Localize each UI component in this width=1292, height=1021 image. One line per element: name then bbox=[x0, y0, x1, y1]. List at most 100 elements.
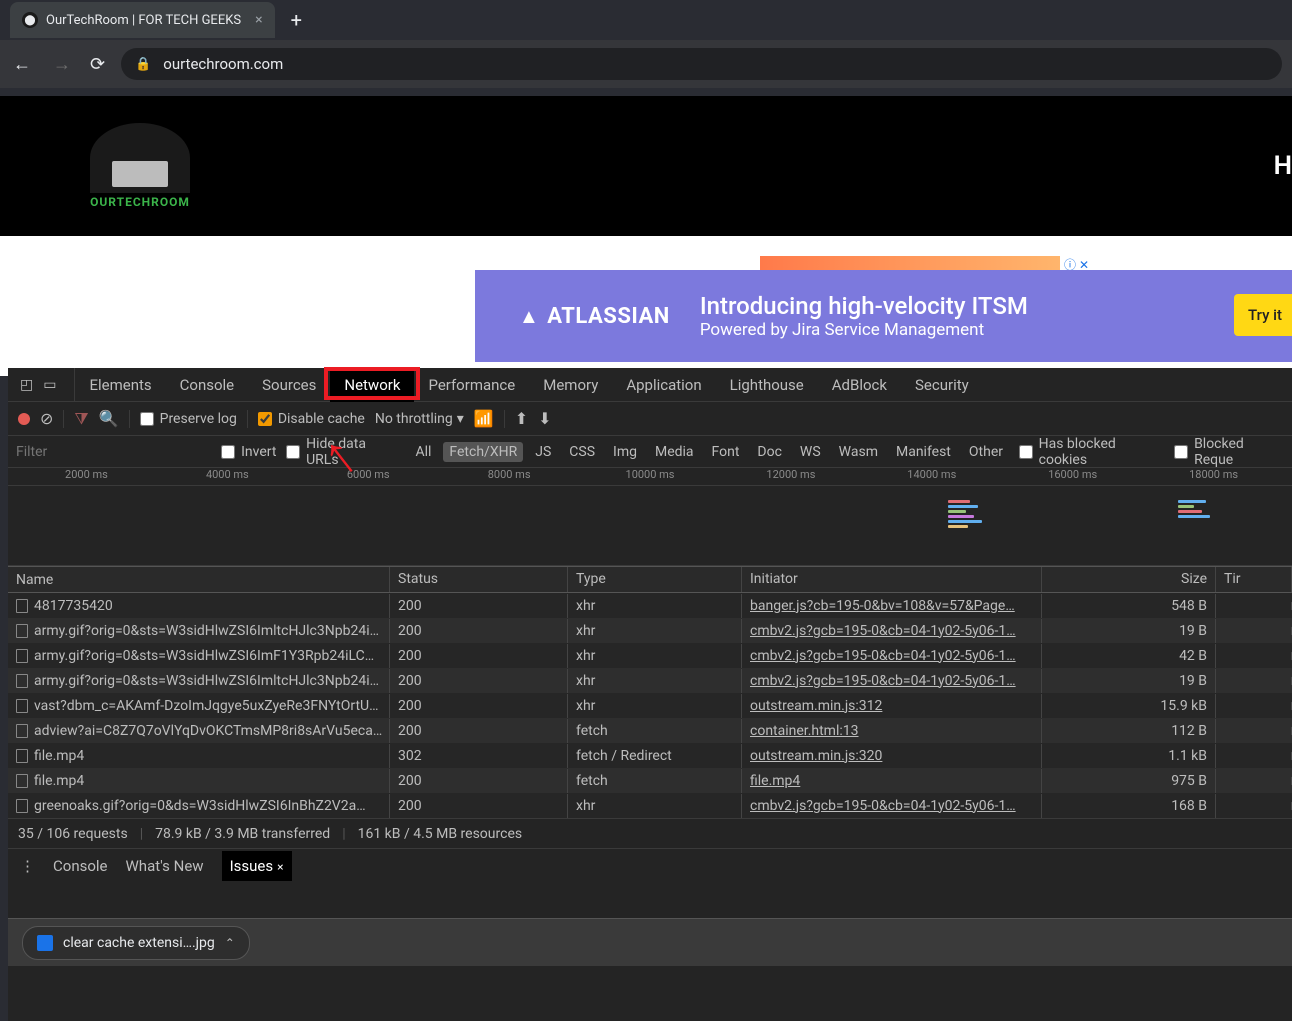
lock-icon: 🔒 bbox=[135, 57, 151, 72]
tab-strip: ⬤ OurTechRoom | FOR TECH GEEKS × + bbox=[0, 0, 1292, 40]
overview-burst bbox=[1178, 498, 1218, 554]
atlassian-icon: ▲ bbox=[519, 304, 539, 329]
address-bar[interactable]: 🔒 ourtechroom.com bbox=[121, 48, 1282, 80]
filter-type-fetchxhr[interactable]: Fetch/XHR bbox=[443, 442, 523, 462]
search-icon[interactable]: 🔍 bbox=[99, 409, 119, 428]
filter-type-media[interactable]: Media bbox=[649, 442, 700, 462]
document-icon bbox=[16, 799, 28, 813]
wifi-icon[interactable]: 📶 bbox=[474, 409, 494, 428]
table-row[interactable]: file.mp4302fetch / Redirectoutstream.min… bbox=[8, 743, 1292, 768]
favicon-icon: ⬤ bbox=[22, 12, 38, 28]
download-filename: clear cache extensi….jpg bbox=[63, 935, 215, 951]
page-viewport: OURTECHROOM H ⓘ ✕ ▲ATLASSIAN Introducing… bbox=[0, 96, 1292, 376]
devtools-tab-memory[interactable]: Memory bbox=[529, 368, 612, 402]
disable-cache-checkbox[interactable]: Disable cache bbox=[258, 411, 365, 427]
download-har-icon[interactable]: ⬇ bbox=[538, 409, 551, 428]
devtools-tab-application[interactable]: Application bbox=[612, 368, 715, 402]
back-button[interactable]: ← bbox=[10, 54, 34, 75]
table-row[interactable]: army.gif?orig=0&sts=W3sidHlwZSI6ImF1Y3Rp… bbox=[8, 643, 1292, 668]
document-icon bbox=[16, 649, 28, 663]
filter-type-ws[interactable]: WS bbox=[794, 442, 827, 462]
ad-banner[interactable]: ▲ATLASSIAN Introducing high-velocity ITS… bbox=[475, 270, 1292, 362]
network-overview[interactable] bbox=[8, 486, 1292, 566]
blocked-cookies-checkbox[interactable]: Has blocked cookies bbox=[1019, 436, 1164, 468]
network-filter-bar: Invert Hide data URLs All Fetch/XHR JS CSS I… bbox=[8, 436, 1292, 468]
col-type[interactable]: Type bbox=[568, 567, 742, 592]
site-header: OURTECHROOM H bbox=[0, 96, 1292, 236]
download-chip[interactable]: clear cache extensi….jpg ⌃ bbox=[22, 926, 250, 960]
ad-headline: Introducing high-velocity ITSM bbox=[700, 292, 1028, 320]
filter-input[interactable] bbox=[16, 444, 211, 460]
document-icon bbox=[16, 699, 28, 713]
preserve-log-checkbox[interactable]: Preserve log bbox=[140, 411, 237, 427]
upload-har-icon[interactable]: ⬆ bbox=[515, 409, 528, 428]
filter-type-manifest[interactable]: Manifest bbox=[890, 442, 957, 462]
devtools-tab-sources[interactable]: Sources bbox=[248, 368, 330, 402]
device-toggle-icon[interactable]: ▭ bbox=[43, 377, 56, 393]
col-size[interactable]: Size bbox=[1042, 567, 1216, 592]
filter-type-css[interactable]: CSS bbox=[563, 442, 601, 462]
col-time[interactable]: Tir bbox=[1216, 567, 1292, 592]
browser-tab[interactable]: ⬤ OurTechRoom | FOR TECH GEEKS × bbox=[10, 2, 275, 38]
drawer-more-icon[interactable]: ⋮ bbox=[20, 857, 35, 875]
ad-thumbnail bbox=[760, 256, 1060, 270]
overview-burst bbox=[948, 498, 988, 554]
logo-emblem-icon bbox=[90, 123, 190, 193]
table-row[interactable]: army.gif?orig=0&sts=W3sidHlwZSI6ImltcHJl… bbox=[8, 668, 1292, 693]
filter-type-doc[interactable]: Doc bbox=[751, 442, 788, 462]
chevron-down-icon: ▾ bbox=[457, 411, 464, 427]
table-row[interactable]: adview?ai=C8Z7Q7oVlYqDvOKCTmsMP8ri8sArVu… bbox=[8, 718, 1292, 743]
col-name[interactable]: Name bbox=[8, 567, 390, 592]
table-row[interactable]: army.gif?orig=0&sts=W3sidHlwZSI6ImltcHJl… bbox=[8, 618, 1292, 643]
devtools-tab-adblock[interactable]: AdBlock bbox=[818, 368, 901, 402]
col-status[interactable]: Status bbox=[390, 567, 568, 592]
filter-type-font[interactable]: Font bbox=[706, 442, 746, 462]
col-initiator[interactable]: Initiator bbox=[742, 567, 1042, 592]
drawer-tab-console[interactable]: Console bbox=[53, 857, 108, 875]
table-row[interactable]: 4817735420200xhrbanger.js?cb=195-0&bv=10… bbox=[8, 593, 1292, 618]
table-row[interactable]: vast?dbm_c=AKAmf-DzoImJqgye5uxZyeRe3FNYt… bbox=[8, 693, 1292, 718]
devtools-tab-elements[interactable]: Elements bbox=[74, 368, 165, 402]
devtools-tab-security[interactable]: Security bbox=[901, 368, 983, 402]
transferred-size: 78.9 kB / 3.9 MB transferred bbox=[155, 826, 330, 842]
devtools-tab-performance[interactable]: Performance bbox=[414, 368, 529, 402]
table-header: Name Status Type Initiator Size Tir bbox=[8, 567, 1292, 593]
invert-checkbox[interactable]: Invert bbox=[221, 444, 276, 460]
hide-data-urls-checkbox[interactable]: Hide data URLs bbox=[286, 436, 399, 468]
drawer-tab-issues[interactable]: Issues× bbox=[222, 851, 292, 881]
ad-copy: Introducing high-velocity ITSM Powered b… bbox=[700, 292, 1028, 340]
devtools-tab-console[interactable]: Console bbox=[166, 368, 249, 402]
ad-cta-button[interactable]: Try it bbox=[1234, 294, 1292, 336]
clear-button[interactable]: ⊘ bbox=[40, 409, 53, 428]
table-row[interactable]: file.mp4200fetchfile.mp4975 B bbox=[8, 768, 1292, 793]
new-tab-button[interactable]: + bbox=[291, 8, 302, 32]
drawer-tab-whatsnew[interactable]: What's New bbox=[126, 857, 204, 875]
downloads-bar: clear cache extensi….jpg ⌃ bbox=[8, 918, 1292, 966]
table-row[interactable]: greenoaks.gif?orig=0&ds=W3sidHlwZSI6InBh… bbox=[8, 793, 1292, 818]
blocked-requests-checkbox[interactable]: Blocked Reque bbox=[1174, 436, 1284, 468]
filter-type-other[interactable]: Other bbox=[963, 442, 1009, 462]
throttling-select[interactable]: No throttling ▾ bbox=[375, 411, 464, 427]
devtools-tab-network[interactable]: Network bbox=[330, 368, 414, 402]
close-tab-icon[interactable]: × bbox=[255, 12, 262, 28]
drawer-tabs: ⋮ Console What's New Issues× bbox=[8, 848, 1292, 882]
devtools-tab-lighthouse[interactable]: Lighthouse bbox=[716, 368, 818, 402]
close-icon[interactable]: × bbox=[277, 860, 283, 874]
document-icon bbox=[16, 724, 28, 738]
filter-type-wasm[interactable]: Wasm bbox=[833, 442, 884, 462]
site-logo[interactable]: OURTECHROOM bbox=[90, 123, 190, 209]
record-button[interactable] bbox=[18, 413, 30, 425]
file-icon bbox=[37, 935, 53, 951]
inspect-icon[interactable]: ◰ bbox=[20, 377, 33, 393]
filter-type-all[interactable]: All bbox=[409, 442, 437, 462]
forward-button[interactable]: → bbox=[50, 54, 74, 75]
reload-button[interactable]: ⟳ bbox=[90, 54, 105, 75]
filter-type-img[interactable]: Img bbox=[607, 442, 643, 462]
filter-icon[interactable]: ⧩ bbox=[74, 409, 88, 429]
filter-type-js[interactable]: JS bbox=[529, 442, 557, 462]
network-toolbar: ⊘ ⧩ 🔍 Preserve log Disable cache No thro… bbox=[8, 402, 1292, 436]
tab-title: OurTechRoom | FOR TECH GEEKS bbox=[46, 13, 241, 28]
chevron-up-icon[interactable]: ⌃ bbox=[225, 936, 235, 950]
document-icon bbox=[16, 749, 28, 763]
url-text: ourtechroom.com bbox=[163, 55, 283, 73]
